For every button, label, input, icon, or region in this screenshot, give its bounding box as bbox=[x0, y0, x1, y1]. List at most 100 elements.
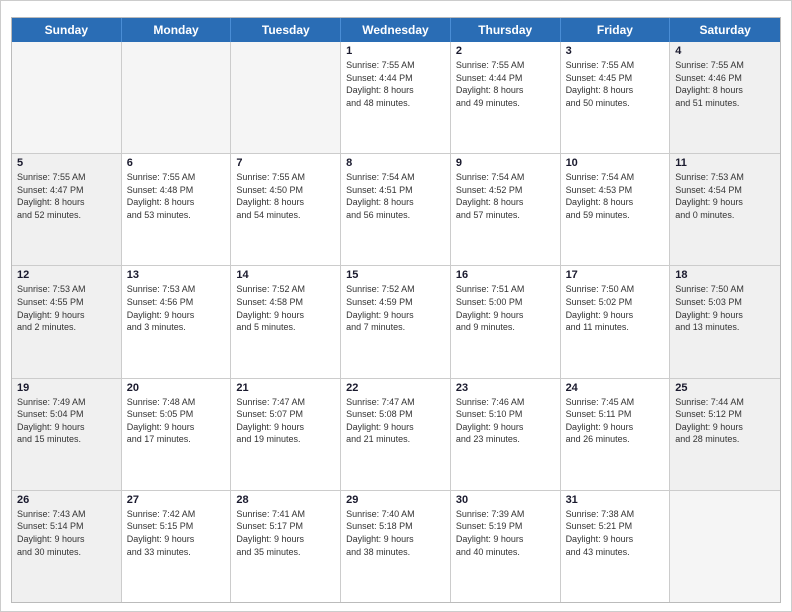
cell-info: Sunrise: 7:55 AM Sunset: 4:44 PM Dayligh… bbox=[346, 59, 445, 109]
cell-info: Sunrise: 7:54 AM Sunset: 4:52 PM Dayligh… bbox=[456, 171, 555, 221]
cal-cell: 3 Sunrise: 7:55 AM Sunset: 4:45 PM Daylig… bbox=[561, 42, 671, 153]
day-number: 28 bbox=[236, 494, 335, 506]
day-number: 3 bbox=[566, 45, 665, 57]
day-number: 24 bbox=[566, 382, 665, 394]
day-number: 30 bbox=[456, 494, 555, 506]
day-number: 5 bbox=[17, 157, 116, 169]
calendar-body: 1 Sunrise: 7:55 AM Sunset: 4:44 PM Daylig… bbox=[12, 42, 780, 602]
cal-cell: 25 Sunrise: 7:44 AM Sunset: 5:12 PM Dayli… bbox=[670, 379, 780, 490]
cell-info: Sunrise: 7:55 AM Sunset: 4:44 PM Dayligh… bbox=[456, 59, 555, 109]
cell-info: Sunrise: 7:53 AM Sunset: 4:55 PM Dayligh… bbox=[17, 283, 116, 333]
day-number: 20 bbox=[127, 382, 226, 394]
cell-info: Sunrise: 7:54 AM Sunset: 4:53 PM Dayligh… bbox=[566, 171, 665, 221]
cal-cell bbox=[122, 42, 232, 153]
cal-cell: 7 Sunrise: 7:55 AM Sunset: 4:50 PM Daylig… bbox=[231, 154, 341, 265]
cell-info: Sunrise: 7:55 AM Sunset: 4:50 PM Dayligh… bbox=[236, 171, 335, 221]
cal-cell: 2 Sunrise: 7:55 AM Sunset: 4:44 PM Daylig… bbox=[451, 42, 561, 153]
cal-cell: 5 Sunrise: 7:55 AM Sunset: 4:47 PM Daylig… bbox=[12, 154, 122, 265]
day-number: 18 bbox=[675, 269, 775, 281]
cal-cell: 6Sunrise: 7:55 AM Sunset: 4:48 PM Daylig… bbox=[122, 154, 232, 265]
day-number: 14 bbox=[236, 269, 335, 281]
day-number: 2 bbox=[456, 45, 555, 57]
cell-info: Sunrise: 7:55 AM Sunset: 4:45 PM Dayligh… bbox=[566, 59, 665, 109]
cell-info: Sunrise: 7:43 AM Sunset: 5:14 PM Dayligh… bbox=[17, 508, 116, 558]
day-number: 12 bbox=[17, 269, 116, 281]
cal-cell: 10Sunrise: 7:54 AM Sunset: 4:53 PM Dayli… bbox=[561, 154, 671, 265]
cal-cell: 14 Sunrise: 7:52 AM Sunset: 4:58 PM Dayli… bbox=[231, 266, 341, 377]
cell-info: Sunrise: 7:41 AM Sunset: 5:17 PM Dayligh… bbox=[236, 508, 335, 558]
day-number: 19 bbox=[17, 382, 116, 394]
cell-info: Sunrise: 7:48 AM Sunset: 5:05 PM Dayligh… bbox=[127, 396, 226, 446]
cal-cell: 17 Sunrise: 7:50 AM Sunset: 5:02 PM Dayli… bbox=[561, 266, 671, 377]
cell-info: Sunrise: 7:44 AM Sunset: 5:12 PM Dayligh… bbox=[675, 396, 775, 446]
cell-info: Sunrise: 7:53 AM Sunset: 4:54 PM Dayligh… bbox=[675, 171, 775, 221]
day-number: 9 bbox=[456, 157, 555, 169]
cal-cell: 15 Sunrise: 7:52 AM Sunset: 4:59 PM Dayli… bbox=[341, 266, 451, 377]
cell-info: Sunrise: 7:53 AM Sunset: 4:56 PM Dayligh… bbox=[127, 283, 226, 333]
cal-cell: 28 Sunrise: 7:41 AM Sunset: 5:17 PM Dayli… bbox=[231, 491, 341, 602]
calendar: SundayMondayTuesdayWednesdayThursdayFrid… bbox=[11, 17, 781, 603]
cell-info: Sunrise: 7:55 AM Sunset: 4:48 PM Dayligh… bbox=[127, 171, 226, 221]
day-number: 25 bbox=[675, 382, 775, 394]
day-number: 7 bbox=[236, 157, 335, 169]
cal-row-2: 12 Sunrise: 7:53 AM Sunset: 4:55 PM Dayli… bbox=[12, 266, 780, 378]
day-number: 8 bbox=[346, 157, 445, 169]
cal-cell: 23 Sunrise: 7:46 AM Sunset: 5:10 PM Dayli… bbox=[451, 379, 561, 490]
cal-cell: 13 Sunrise: 7:53 AM Sunset: 4:56 PM Dayli… bbox=[122, 266, 232, 377]
calendar-header-row: SundayMondayTuesdayWednesdayThursdayFrid… bbox=[12, 18, 780, 42]
cell-info: Sunrise: 7:54 AM Sunset: 4:51 PM Dayligh… bbox=[346, 171, 445, 221]
cal-cell: 8 Sunrise: 7:54 AM Sunset: 4:51 PM Daylig… bbox=[341, 154, 451, 265]
cal-cell: 20 Sunrise: 7:48 AM Sunset: 5:05 PM Dayli… bbox=[122, 379, 232, 490]
cell-info: Sunrise: 7:51 AM Sunset: 5:00 PM Dayligh… bbox=[456, 283, 555, 333]
cell-info: Sunrise: 7:50 AM Sunset: 5:02 PM Dayligh… bbox=[566, 283, 665, 333]
cell-info: Sunrise: 7:45 AM Sunset: 5:11 PM Dayligh… bbox=[566, 396, 665, 446]
day-number: 21 bbox=[236, 382, 335, 394]
cal-cell bbox=[231, 42, 341, 153]
cal-cell: 26 Sunrise: 7:43 AM Sunset: 5:14 PM Dayli… bbox=[12, 491, 122, 602]
day-number: 31 bbox=[566, 494, 665, 506]
page: GeneralBlue SundayMondayTuesdayWednesday… bbox=[0, 0, 792, 612]
cal-cell: 16 Sunrise: 7:51 AM Sunset: 5:00 PM Dayli… bbox=[451, 266, 561, 377]
cell-info: Sunrise: 7:47 AM Sunset: 5:08 PM Dayligh… bbox=[346, 396, 445, 446]
cell-info: Sunrise: 7:46 AM Sunset: 5:10 PM Dayligh… bbox=[456, 396, 555, 446]
day-number: 1 bbox=[346, 45, 445, 57]
cal-cell: 4Sunrise: 7:55 AM Sunset: 4:46 PM Daylig… bbox=[670, 42, 780, 153]
day-number: 13 bbox=[127, 269, 226, 281]
day-number: 4 bbox=[675, 45, 775, 57]
cal-cell: 29 Sunrise: 7:40 AM Sunset: 5:18 PM Dayli… bbox=[341, 491, 451, 602]
day-number: 29 bbox=[346, 494, 445, 506]
cell-info: Sunrise: 7:40 AM Sunset: 5:18 PM Dayligh… bbox=[346, 508, 445, 558]
weekday-header-saturday: Saturday bbox=[670, 18, 780, 42]
cal-cell: 9 Sunrise: 7:54 AM Sunset: 4:52 PM Daylig… bbox=[451, 154, 561, 265]
cell-info: Sunrise: 7:39 AM Sunset: 5:19 PM Dayligh… bbox=[456, 508, 555, 558]
day-number: 22 bbox=[346, 382, 445, 394]
day-number: 15 bbox=[346, 269, 445, 281]
cell-info: Sunrise: 7:42 AM Sunset: 5:15 PM Dayligh… bbox=[127, 508, 226, 558]
day-number: 23 bbox=[456, 382, 555, 394]
cal-cell bbox=[670, 491, 780, 602]
weekday-header-wednesday: Wednesday bbox=[341, 18, 451, 42]
day-number: 16 bbox=[456, 269, 555, 281]
cal-cell: 21Sunrise: 7:47 AM Sunset: 5:07 PM Dayli… bbox=[231, 379, 341, 490]
cal-cell: 22 Sunrise: 7:47 AM Sunset: 5:08 PM Dayli… bbox=[341, 379, 451, 490]
cal-row-1: 5 Sunrise: 7:55 AM Sunset: 4:47 PM Daylig… bbox=[12, 154, 780, 266]
cal-cell: 18Sunrise: 7:50 AM Sunset: 5:03 PM Dayli… bbox=[670, 266, 780, 377]
cal-cell: 19Sunrise: 7:49 AM Sunset: 5:04 PM Dayli… bbox=[12, 379, 122, 490]
cell-info: Sunrise: 7:55 AM Sunset: 4:47 PM Dayligh… bbox=[17, 171, 116, 221]
day-number: 11 bbox=[675, 157, 775, 169]
cal-cell: 31 Sunrise: 7:38 AM Sunset: 5:21 PM Dayli… bbox=[561, 491, 671, 602]
cell-info: Sunrise: 7:38 AM Sunset: 5:21 PM Dayligh… bbox=[566, 508, 665, 558]
cal-cell bbox=[12, 42, 122, 153]
weekday-header-sunday: Sunday bbox=[12, 18, 122, 42]
cal-row-4: 26 Sunrise: 7:43 AM Sunset: 5:14 PM Dayli… bbox=[12, 491, 780, 602]
weekday-header-monday: Monday bbox=[122, 18, 232, 42]
cal-cell: 12 Sunrise: 7:53 AM Sunset: 4:55 PM Dayli… bbox=[12, 266, 122, 377]
cal-cell: 27 Sunrise: 7:42 AM Sunset: 5:15 PM Dayli… bbox=[122, 491, 232, 602]
cell-info: Sunrise: 7:52 AM Sunset: 4:59 PM Dayligh… bbox=[346, 283, 445, 333]
weekday-header-thursday: Thursday bbox=[451, 18, 561, 42]
day-number: 17 bbox=[566, 269, 665, 281]
day-number: 27 bbox=[127, 494, 226, 506]
cal-row-0: 1 Sunrise: 7:55 AM Sunset: 4:44 PM Daylig… bbox=[12, 42, 780, 154]
day-number: 26 bbox=[17, 494, 116, 506]
cell-info: Sunrise: 7:52 AM Sunset: 4:58 PM Dayligh… bbox=[236, 283, 335, 333]
